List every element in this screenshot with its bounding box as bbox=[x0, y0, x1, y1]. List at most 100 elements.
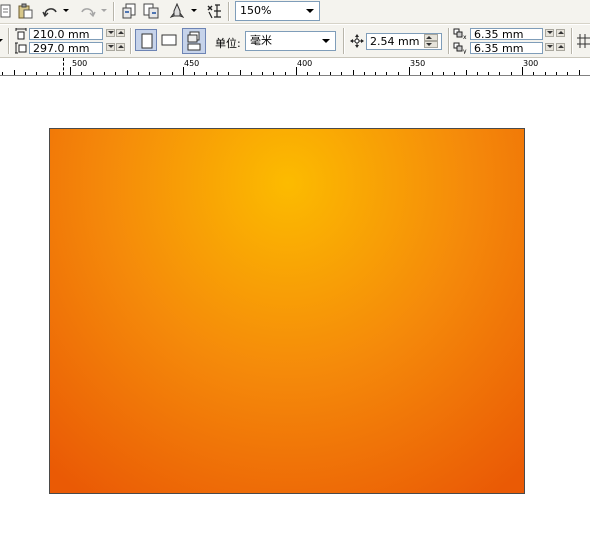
page-height-field[interactable]: 297.0 mm bbox=[29, 42, 103, 54]
application-launcher-icon[interactable] bbox=[169, 3, 185, 19]
ruler-tick bbox=[522, 67, 523, 75]
ruler-tick bbox=[545, 72, 546, 75]
page-width-field[interactable]: 210.0 mm bbox=[29, 28, 103, 40]
ruler-tick bbox=[364, 72, 365, 75]
redo-icon[interactable] bbox=[80, 3, 96, 19]
zoom-level-combo[interactable]: 150% bbox=[235, 1, 320, 21]
paste-icon[interactable] bbox=[17, 3, 33, 19]
ruler-tick bbox=[262, 72, 263, 75]
launcher-dropdown-arrow-icon[interactable] bbox=[190, 6, 198, 14]
ruler-tick bbox=[194, 72, 195, 75]
ruler-tick bbox=[127, 70, 128, 75]
ruler-label: 500 bbox=[72, 59, 88, 68]
toolbar-separator bbox=[130, 28, 132, 54]
current-page-layout-button[interactable] bbox=[182, 28, 206, 54]
duplicate-distance-y-field[interactable]: 6.35 mm bbox=[470, 42, 543, 54]
toolbar-separator bbox=[228, 2, 230, 21]
duplicate-x-increment-spinner[interactable] bbox=[556, 29, 565, 37]
ruler-label: 300 bbox=[523, 59, 539, 68]
ruler-tick bbox=[420, 72, 421, 75]
export-icon[interactable] bbox=[143, 3, 159, 19]
portrait-button[interactable] bbox=[135, 29, 157, 51]
undo-icon[interactable] bbox=[42, 3, 58, 19]
ruler-label: 400 bbox=[297, 59, 313, 68]
page-height-decrement-spinner[interactable] bbox=[106, 43, 115, 51]
ruler-tick bbox=[228, 72, 229, 75]
ruler-tick bbox=[432, 72, 433, 75]
ruler-cursor-marker bbox=[63, 58, 64, 75]
landscape-page-icon bbox=[161, 34, 177, 46]
toolbar-separator bbox=[343, 28, 345, 54]
ruler-tick bbox=[81, 72, 82, 75]
ruler-tick bbox=[59, 72, 60, 75]
property-bar: 210.0 mm 297.0 mm 单位: 毫米 2.54 mm x 6.35 … bbox=[0, 25, 590, 58]
ruler-tick bbox=[477, 72, 478, 75]
import-icon[interactable] bbox=[121, 3, 137, 19]
page-width-increment-spinner[interactable] bbox=[116, 29, 125, 37]
toolbar-separator bbox=[8, 28, 10, 54]
ruler-tick bbox=[104, 72, 105, 75]
chevron-down-icon[interactable] bbox=[306, 9, 314, 13]
ruler-tick bbox=[319, 72, 320, 75]
page-layout-icon bbox=[187, 31, 201, 51]
duplicate-y-increment-spinner[interactable] bbox=[556, 43, 565, 51]
ruler-tick bbox=[273, 72, 274, 75]
ruler-tick bbox=[251, 72, 252, 75]
ruler-tick bbox=[138, 72, 139, 75]
horizontal-ruler[interactable]: 500 450 400 350 300 bbox=[0, 58, 590, 76]
ruler-tick bbox=[579, 70, 580, 75]
ruler-tick bbox=[375, 72, 376, 75]
ruler-tick bbox=[70, 67, 71, 75]
ruler-tick bbox=[341, 72, 342, 75]
ruler-tick bbox=[285, 72, 286, 75]
svg-text:y: y bbox=[463, 48, 467, 54]
landscape-button[interactable] bbox=[158, 29, 180, 51]
ruler-tick bbox=[93, 72, 94, 75]
units-combo[interactable]: 毫米 bbox=[245, 31, 336, 51]
paper-type-dropdown-arrow-icon[interactable] bbox=[0, 36, 4, 44]
ruler-tick bbox=[488, 72, 489, 75]
welcome-screen-icon[interactable] bbox=[206, 3, 222, 19]
portrait-page-icon bbox=[141, 33, 153, 49]
page-height-icon bbox=[15, 42, 27, 54]
toolbar-separator bbox=[448, 28, 450, 54]
copy-icon[interactable] bbox=[0, 3, 14, 19]
duplicate-x-decrement-spinner[interactable] bbox=[545, 29, 554, 37]
duplicate-distance-x-field[interactable]: 6.35 mm bbox=[470, 28, 543, 40]
duplicate-y-decrement-spinner[interactable] bbox=[545, 43, 554, 51]
ruler-tick bbox=[386, 72, 387, 75]
ruler-tick bbox=[206, 72, 207, 75]
ruler-tick bbox=[14, 70, 15, 75]
ruler-tick bbox=[217, 72, 218, 75]
toolbar-separator bbox=[113, 2, 115, 21]
ruler-tick bbox=[353, 70, 354, 75]
toolbar-separator bbox=[571, 28, 573, 54]
svg-text:x: x bbox=[463, 34, 467, 40]
units-value: 毫米 bbox=[250, 34, 272, 47]
ruler-tick bbox=[172, 72, 173, 75]
ruler-tick bbox=[296, 67, 297, 75]
ruler-tick bbox=[533, 72, 534, 75]
ruler-tick bbox=[25, 72, 26, 75]
nudge-decrement-spinner[interactable] bbox=[424, 41, 438, 48]
ruler-tick bbox=[466, 70, 467, 75]
ruler-tick bbox=[443, 72, 444, 75]
chevron-down-icon[interactable] bbox=[322, 39, 330, 43]
redo-dropdown-arrow-icon[interactable] bbox=[100, 6, 108, 14]
undo-dropdown-arrow-icon[interactable] bbox=[62, 6, 70, 14]
ruler-label: 350 bbox=[410, 59, 426, 68]
ruler-tick bbox=[567, 72, 568, 75]
units-label: 单位: bbox=[215, 37, 241, 50]
nudge-increment-spinner[interactable] bbox=[424, 34, 438, 41]
ruler-tick bbox=[240, 70, 241, 75]
page-width-decrement-spinner[interactable] bbox=[106, 29, 115, 37]
ruler-tick bbox=[454, 72, 455, 75]
page-rectangle-gradient[interactable] bbox=[49, 128, 525, 494]
ruler-tick bbox=[47, 72, 48, 75]
grid-options-icon[interactable] bbox=[577, 34, 590, 48]
ruler-tick bbox=[398, 72, 399, 75]
ruler-tick bbox=[2, 72, 3, 75]
page-height-increment-spinner[interactable] bbox=[116, 43, 125, 51]
page-width-icon bbox=[15, 28, 27, 40]
ruler-tick bbox=[511, 72, 512, 75]
